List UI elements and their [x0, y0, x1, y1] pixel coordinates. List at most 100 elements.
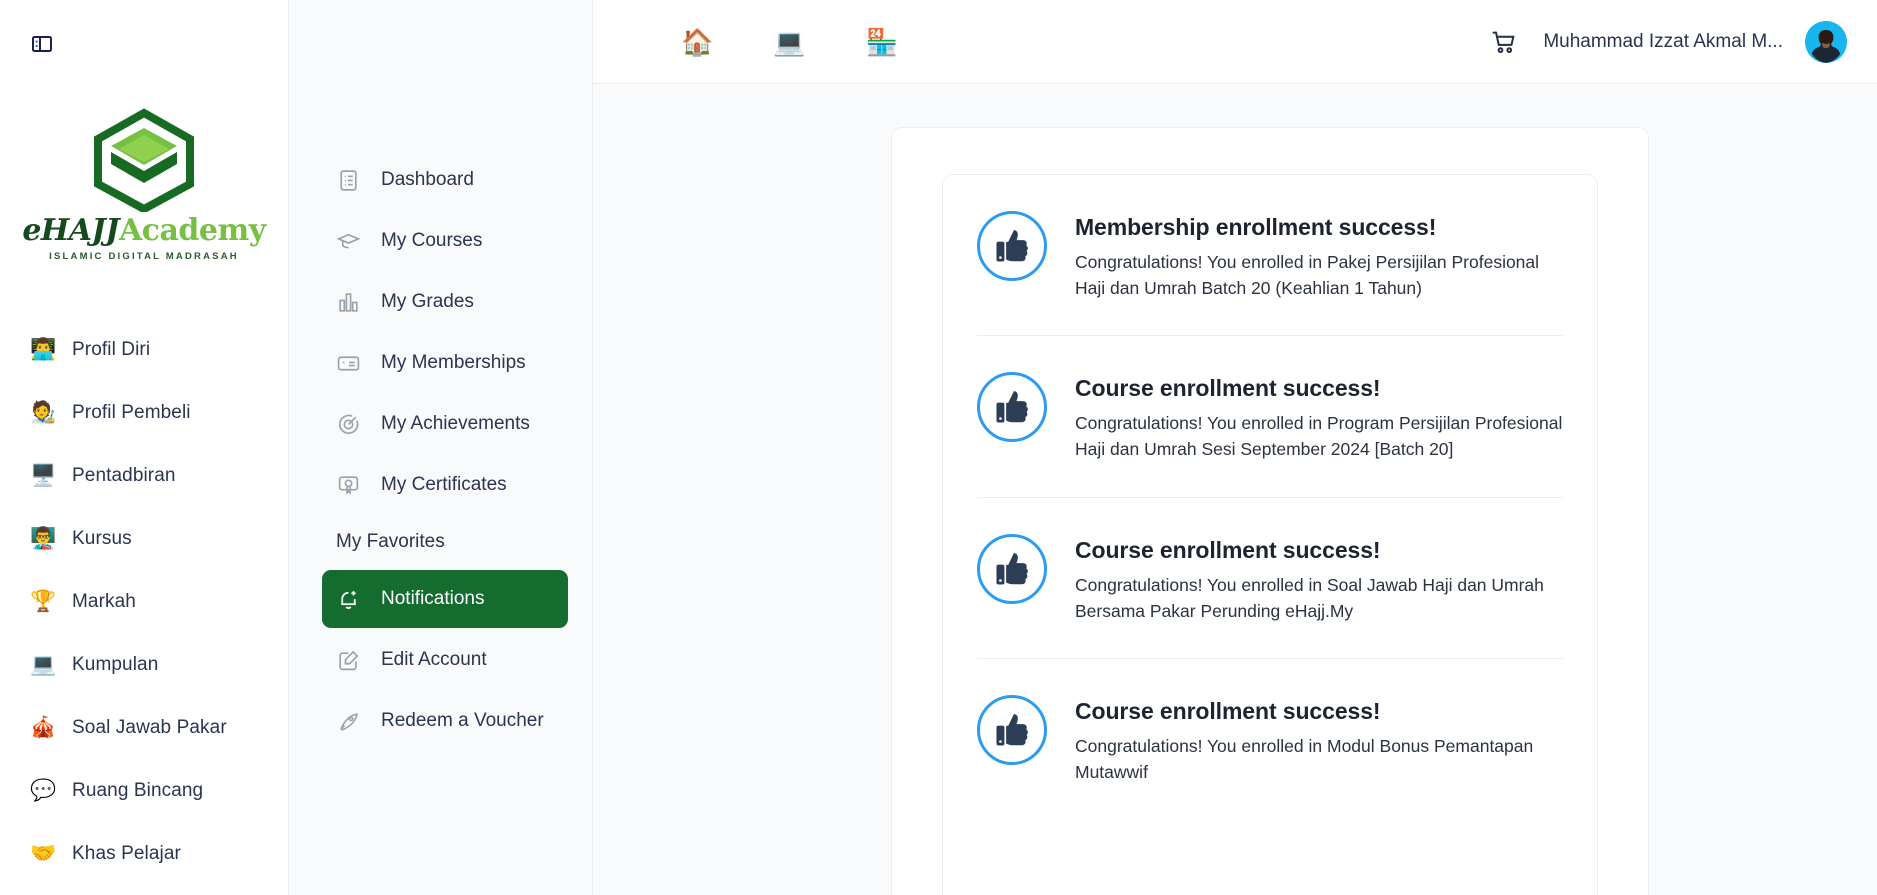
user-avatar[interactable] [1805, 21, 1847, 63]
subnav-item-label: Redeem a Voucher [381, 710, 544, 732]
header-user-area: Muhammad Izzat Akmal M... [1487, 21, 1847, 63]
sidebar-item-ruang-bincang[interactable]: 💬 Ruang Bincang [0, 759, 288, 822]
top-header-bar: 🏠 💻 🏪 Muhammad Izzat Akmal M... [593, 0, 1877, 84]
notification-item[interactable]: Membership enrollment success! Congratul… [977, 175, 1563, 336]
notification-text: Congratulations! You enrolled in Soal Ja… [1075, 573, 1563, 624]
profil-diri-icon: 👨‍💻 [30, 339, 54, 360]
sidebar-item-profil-pembeli[interactable]: 🧑‍🎨 Profil Pembeli [0, 381, 288, 444]
soal-jawab-pakar-icon: 🎪 [30, 717, 54, 738]
left-sidebar: eHAJJAcademy ISLAMIC DIGITAL MADRASAH 👨‍… [0, 0, 289, 895]
notifications-list: Membership enrollment success! Congratul… [942, 174, 1598, 895]
subnav-item-label: My Courses [381, 230, 482, 252]
notification-body: Course enrollment success! Congratulatio… [1075, 372, 1563, 462]
sidebar-item-khas-pelajar[interactable]: 🤝 Khas Pelajar [0, 822, 288, 885]
sidebar-item-kumpulan[interactable]: 💻 Kumpulan [0, 633, 288, 696]
student-dashboard-nav: Dashboard My Courses My Grades [289, 0, 593, 895]
sidebar-item-label: Kumpulan [72, 654, 158, 676]
notification-body: Course enrollment success! Congratulatio… [1075, 534, 1563, 624]
notification-title: Course enrollment success! [1075, 375, 1563, 402]
pentadbiran-icon: 🖥️ [30, 465, 54, 486]
app-root: eHAJJAcademy ISLAMIC DIGITAL MADRASAH 👨‍… [0, 0, 1877, 895]
notification-text: Congratulations! You enrolled in Modul B… [1075, 734, 1563, 785]
sidebar-item-label: Kursus [72, 528, 132, 550]
sidebar-item-label: Profil Diri [72, 339, 150, 361]
kursus-icon: 👨‍🏫 [30, 528, 54, 549]
kumpulan-icon: 💻 [30, 654, 54, 675]
bar-chart-icon [336, 290, 361, 315]
brand-name-lime: Academy [119, 213, 266, 248]
subnav-item-label: Notifications [381, 588, 485, 610]
brand-name-dark: eHAJJ [22, 213, 119, 248]
notification-title: Membership enrollment success! [1075, 214, 1563, 241]
notification-item[interactable]: Course enrollment success! Congratulatio… [977, 659, 1563, 819]
notification-body: Course enrollment success! Congratulatio… [1075, 695, 1563, 785]
subnav-item-label: My Certificates [381, 474, 507, 496]
notification-body: Membership enrollment success! Congratul… [1075, 211, 1563, 301]
sidebar-item-soal-jawab-pakar[interactable]: 🎪 Soal Jawab Pakar [0, 696, 288, 759]
profil-pembeli-icon: 🧑‍🎨 [30, 402, 54, 423]
notification-text: Congratulations! You enrolled in Program… [1075, 411, 1563, 462]
shopping-cart-icon[interactable] [1487, 25, 1521, 59]
subnav-item-redeem-a-voucher[interactable]: Redeem a Voucher [322, 692, 568, 750]
subnav-item-my-courses[interactable]: My Courses [322, 212, 568, 270]
notification-item[interactable]: Course enrollment success! Congratulatio… [977, 498, 1563, 659]
sidebar-item-pentadbiran[interactable]: 🖥️ Pentadbiran [0, 444, 288, 507]
sidebar-nav: 👨‍💻 Profil Diri 🧑‍🎨 Profil Pembeli 🖥️ Pe… [0, 318, 288, 895]
subnav-item-my-achievements[interactable]: My Achievements [322, 395, 568, 453]
rocket-icon [336, 709, 361, 734]
ehajj-kaaba-logo-icon [88, 108, 200, 212]
subnav-item-edit-account[interactable]: Edit Account [322, 631, 568, 689]
header-quick-links: 🏠 💻 🏪 [681, 29, 898, 55]
subnav-item-label: My Memberships [381, 352, 526, 374]
subnav-section-heading: My Favorites [289, 517, 592, 567]
notification-title: Course enrollment success! [1075, 537, 1563, 564]
subnav-item-label: My Achievements [381, 413, 530, 435]
brand-tagline: ISLAMIC DIGITAL MADRASAH [49, 251, 239, 262]
thumbs-up-icon [977, 372, 1047, 442]
sidebar-item-profil-diri[interactable]: 👨‍💻 Profil Diri [0, 318, 288, 381]
sidebar-item-kursus[interactable]: 👨‍🏫 Kursus [0, 507, 288, 570]
svg-text:*: * [342, 359, 345, 368]
brand-logo[interactable]: eHAJJAcademy ISLAMIC DIGITAL MADRASAH [0, 108, 288, 262]
sidebar-item-label: Markah [72, 591, 136, 613]
notification-text: Congratulations! You enrolled in Pakej P… [1075, 250, 1563, 301]
notification-item[interactable]: Course enrollment success! Congratulatio… [977, 336, 1563, 497]
thumbs-up-icon [977, 534, 1047, 604]
sidebar-item-label: Soal Jawab Pakar [72, 717, 227, 739]
dashboard-icon [336, 168, 361, 193]
subnav-item-label: Edit Account [381, 649, 487, 671]
thumbs-up-icon [977, 211, 1047, 281]
main-area: 🏠 💻 🏪 Muhammad Izzat Akmal M... [593, 0, 1877, 895]
subnav-item-my-certificates[interactable]: My Certificates [322, 456, 568, 514]
sidebar-item-label: Khas Pelajar [72, 843, 181, 865]
store-icon[interactable]: 🏪 [866, 29, 898, 55]
markah-icon: 🏆 [30, 591, 54, 612]
bell-icon [336, 587, 361, 612]
sidebar-item-label: Pentadbiran [72, 465, 176, 487]
subnav-item-label: Dashboard [381, 169, 474, 191]
target-icon [336, 412, 361, 437]
thumbs-up-icon [977, 695, 1047, 765]
sidebar-item-sahabat-ehajj[interactable]: 👥 Sahabat eHajj [0, 885, 288, 895]
khas-pelajar-icon: 🤝 [30, 843, 54, 864]
subnav-item-notifications[interactable]: Notifications [322, 570, 568, 628]
edit-square-icon [336, 648, 361, 673]
elearning-icon[interactable]: 💻 [773, 29, 805, 55]
user-name-label[interactable]: Muhammad Izzat Akmal M... [1543, 31, 1783, 53]
subnav-item-label: My Grades [381, 291, 474, 313]
subnav-item-my-grades[interactable]: My Grades [322, 273, 568, 331]
graduation-cap-icon [336, 229, 361, 254]
card-icon: * [336, 351, 361, 376]
ruang-bincang-icon: 💬 [30, 780, 54, 801]
content-scroll-region[interactable]: Membership enrollment success! Congratul… [593, 84, 1877, 895]
sidebar-item-markah[interactable]: 🏆 Markah [0, 570, 288, 633]
brand-wordmark: eHAJJAcademy [22, 216, 265, 246]
sidebar-toggle-icon[interactable] [28, 30, 56, 58]
subnav-item-my-memberships[interactable]: * My Memberships [322, 334, 568, 392]
notification-title: Course enrollment success! [1075, 698, 1563, 725]
subnav-item-dashboard[interactable]: Dashboard [322, 151, 568, 209]
sidebar-item-label: Profil Pembeli [72, 402, 191, 424]
sidebar-item-label: Ruang Bincang [72, 780, 203, 802]
dashboard-panel: Membership enrollment success! Congratul… [891, 127, 1649, 895]
home-icon[interactable]: 🏠 [681, 29, 713, 55]
